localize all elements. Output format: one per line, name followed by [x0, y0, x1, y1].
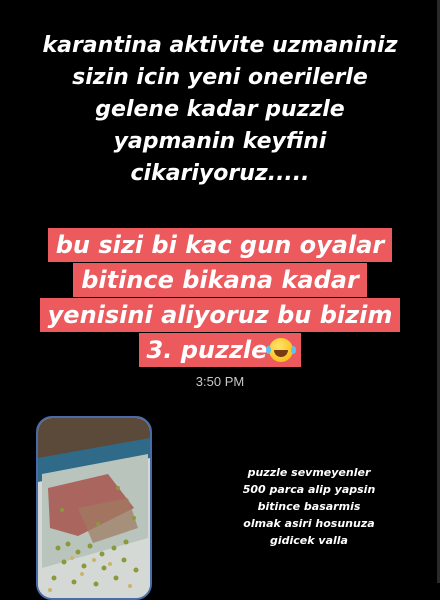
caption-line: karantina aktivite uzmaniniz [42, 33, 398, 58]
caption-line: yapmanin keyfini [113, 129, 327, 154]
caption-line: cikariyoruz..... [130, 161, 310, 186]
side-note-line: olmak asiri hosunuza [243, 517, 375, 530]
chat-message-highlight: bu sizi bi kac gun oyalar bitince bikana… [0, 228, 440, 368]
message-line: bu sizi bi kac gun oyalar [47, 228, 393, 262]
side-note: puzzle sevmeyenler 500 parca alip yapsin… [224, 464, 394, 549]
side-note-line: 500 parca alip yapsin [242, 483, 376, 496]
message-line-last: 3. puzzle [138, 333, 302, 367]
side-note-line: gidicek valla [270, 534, 348, 547]
puzzle-photo-image [38, 418, 150, 598]
story-caption: karantina aktivite uzmaniniz sizin icin … [0, 30, 440, 190]
message-line: bitince bikana kadar [73, 263, 367, 297]
message-line: yenisini aliyoruz bu bizim [39, 298, 401, 332]
caption-line: gelene kadar puzzle [95, 97, 345, 122]
message-line-text: 3. puzzle [146, 336, 268, 364]
side-note-line: puzzle sevmeyenler [247, 466, 371, 479]
caption-line: sizin icin yeni onerilerle [72, 65, 368, 90]
puzzle-photo[interactable] [36, 416, 152, 600]
story-canvas: karantina aktivite uzmaniniz sizin icin … [0, 0, 440, 600]
laughing-emoji-icon [266, 338, 294, 362]
message-timestamp: 3:50 PM [195, 374, 245, 389]
side-note-line: bitince basarmis [257, 500, 361, 513]
